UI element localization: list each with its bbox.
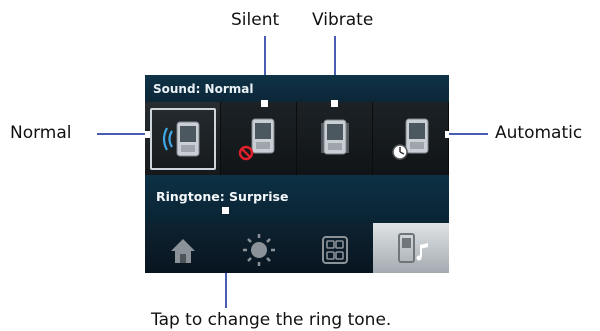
tab-apps[interactable] (297, 223, 373, 273)
callout-marker-automatic (445, 131, 449, 138)
callout-marker-ringtone (222, 207, 229, 214)
leader-line-silent (264, 36, 266, 75)
sound-settings-screen: Sound: Normal Ringtone: Surprise (145, 75, 449, 273)
leader-line-ringtone (225, 273, 227, 308)
ringtone-label: Ringtone: Surprise (156, 189, 289, 204)
status-bar: Sound: Normal (145, 75, 449, 102)
sun-icon (243, 234, 275, 266)
leader-line-automatic (449, 133, 488, 135)
grid-icon (322, 236, 348, 264)
callout-automatic: Automatic (495, 123, 583, 143)
bottom-tab-bar (145, 223, 449, 273)
mode-normal-button[interactable] (145, 102, 221, 175)
sound-mode-row (145, 100, 449, 175)
callout-marker-silent (261, 100, 268, 107)
callout-vibrate: Vibrate (312, 10, 374, 30)
tab-sound[interactable] (373, 223, 449, 273)
callout-marker-vibrate (331, 100, 338, 107)
mode-silent-button[interactable] (221, 100, 297, 175)
callout-ringtone: Tap to change the ring tone. (151, 310, 392, 330)
phone-with-no-sound-icon (238, 118, 275, 161)
tab-home[interactable] (145, 223, 221, 273)
callout-silent: Silent (231, 10, 280, 30)
callout-marker-normal (145, 131, 150, 138)
tab-display[interactable] (221, 223, 297, 273)
phone-with-clock-icon (392, 118, 429, 160)
phone-vibrate-icon (321, 119, 349, 155)
mode-vibrate-button[interactable] (297, 100, 373, 175)
phone-with-sound-waves-icon (162, 121, 200, 157)
phone-music-icon (398, 233, 428, 263)
leader-line-vibrate (334, 36, 336, 75)
sound-status-label: Sound: Normal (153, 82, 254, 96)
mode-automatic-button[interactable] (373, 102, 449, 175)
ringtone-selector[interactable]: Ringtone: Surprise (145, 175, 449, 223)
callout-normal: Normal (10, 123, 72, 143)
home-icon (171, 239, 195, 263)
leader-line-normal (97, 133, 145, 135)
